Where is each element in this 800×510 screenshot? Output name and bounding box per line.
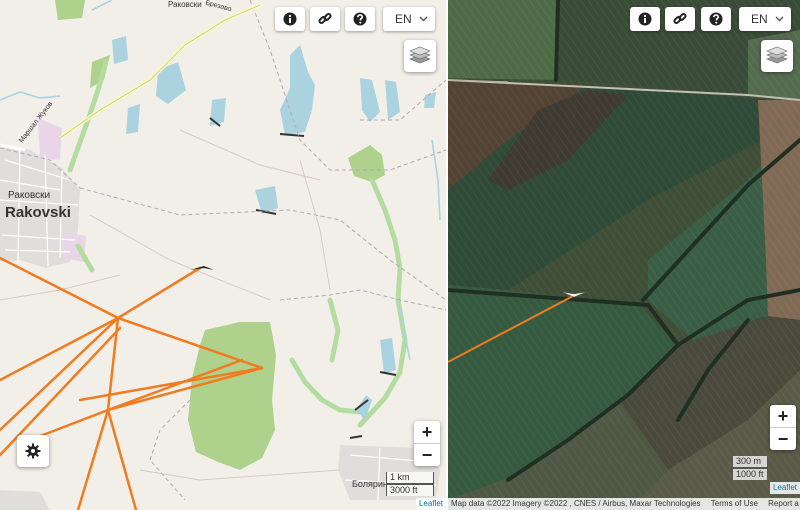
link-button[interactable] bbox=[310, 7, 340, 31]
scale-imperial-right: 1000 ft bbox=[732, 468, 768, 480]
chevron-down-icon bbox=[775, 16, 784, 22]
zoom-control-right[interactable]: + − bbox=[770, 405, 796, 450]
language-value-right: EN bbox=[751, 12, 768, 26]
terms-link[interactable]: Terms of Use bbox=[711, 499, 758, 508]
right-attribution-leaflet: Leaflet bbox=[769, 482, 800, 494]
left-map-pane[interactable]: Раковски Rakovski Маршал Жуков Раковски … bbox=[0, 0, 446, 510]
north-place-label: Раковски bbox=[168, 0, 202, 9]
forest-area bbox=[188, 322, 276, 470]
left-attribution: Leaflet bbox=[415, 498, 446, 510]
south-place-label: Болярин bbox=[352, 479, 388, 489]
help-icon bbox=[709, 12, 723, 26]
town-label-cyrillic: Раковски bbox=[8, 190, 51, 201]
park-patch bbox=[348, 145, 385, 182]
help-button[interactable] bbox=[345, 7, 375, 31]
report-error-link[interactable]: Report a map error bbox=[768, 499, 800, 508]
link-icon bbox=[318, 12, 332, 25]
chevron-down-icon bbox=[419, 16, 428, 22]
help-icon bbox=[353, 12, 367, 26]
leaflet-link[interactable]: Leaflet bbox=[419, 499, 443, 508]
right-map-pane[interactable]: EN + − 300 m 1000 ft Leaflet Map data ©2… bbox=[448, 0, 800, 510]
info-button[interactable] bbox=[275, 7, 305, 31]
scale-metric: 1 km bbox=[386, 472, 434, 484]
zoom-in-button[interactable]: + bbox=[414, 421, 440, 443]
language-value: EN bbox=[395, 12, 412, 26]
link-button-right[interactable] bbox=[665, 7, 695, 31]
info-icon bbox=[283, 12, 297, 26]
layers-icon bbox=[409, 46, 431, 64]
layers-icon bbox=[766, 46, 788, 64]
language-select[interactable]: EN bbox=[383, 7, 435, 31]
settings-button[interactable] bbox=[17, 435, 49, 467]
urban-area-south bbox=[0, 490, 50, 510]
layers-button[interactable] bbox=[404, 40, 436, 72]
help-button-right[interactable] bbox=[701, 7, 731, 31]
plane-marker[interactable] bbox=[190, 266, 214, 270]
leaflet-link-right[interactable]: Leaflet bbox=[773, 483, 797, 492]
scale-metric-right: 300 m bbox=[732, 456, 768, 468]
industrial-zone bbox=[38, 118, 62, 160]
zoom-out-button-right[interactable]: − bbox=[770, 427, 796, 450]
satellite-map-canvas[interactable] bbox=[448, 0, 800, 510]
language-select-right[interactable]: EN bbox=[739, 7, 791, 31]
town-label: Rakovski bbox=[5, 204, 71, 221]
park-patch-3 bbox=[55, 0, 85, 20]
zoom-control[interactable]: + − bbox=[414, 421, 440, 466]
layers-button-right[interactable] bbox=[761, 40, 793, 72]
link-icon bbox=[673, 12, 687, 25]
imagery-credit: Map data ©2022 Imagery ©2022 , CNES / Ai… bbox=[451, 499, 701, 508]
right-attribution: Map data ©2022 Imagery ©2022 , CNES / Ai… bbox=[448, 498, 800, 510]
street-map-canvas[interactable] bbox=[0, 0, 446, 510]
gear-icon bbox=[25, 443, 41, 459]
scale-imperial: 3000 ft bbox=[386, 484, 434, 496]
zoom-out-button[interactable]: − bbox=[414, 443, 440, 466]
info-button-right[interactable] bbox=[630, 7, 660, 31]
zoom-in-button-right[interactable]: + bbox=[770, 405, 796, 427]
info-icon bbox=[638, 12, 652, 26]
main-road bbox=[58, 3, 261, 140]
